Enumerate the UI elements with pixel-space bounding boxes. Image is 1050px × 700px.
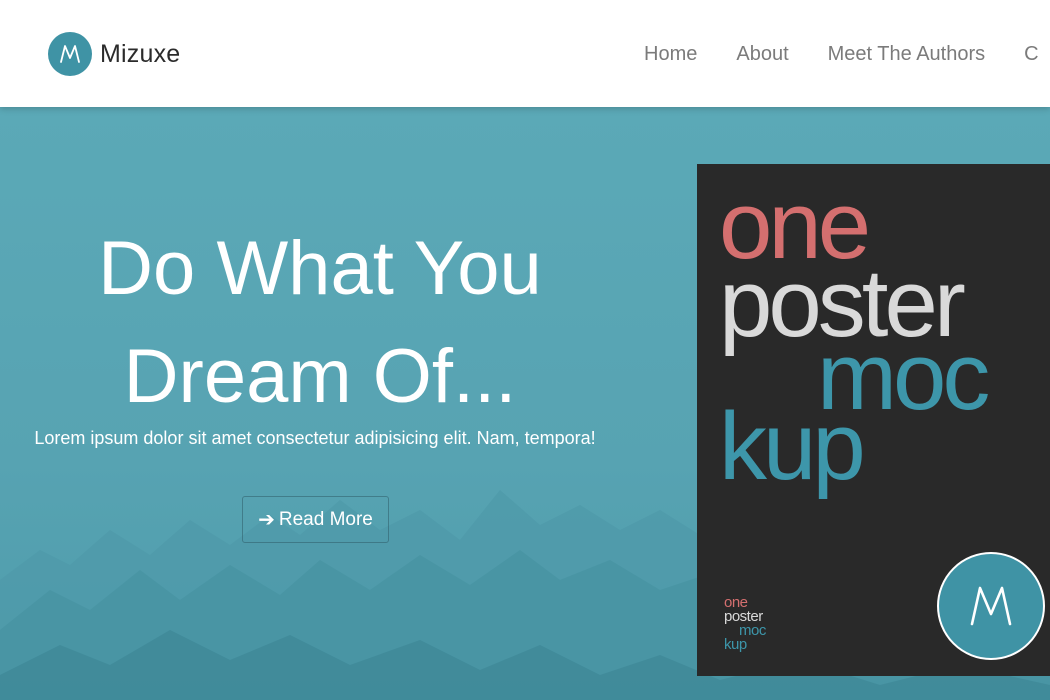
poster-word-kup: kup: [719, 393, 866, 500]
navbar: Mizuxe Home About Meet The Authors C: [0, 0, 1050, 107]
hero-subtitle: Lorem ipsum dolor sit amet consectetur a…: [34, 428, 596, 448]
poster-mini-logo: one poster moc kup: [724, 595, 766, 653]
nav-links: Home About Meet The Authors C: [644, 43, 1039, 66]
mini-word-kup: kup: [724, 636, 747, 653]
hero-section: Do What You Dream Of... Lorem ipsum dolo…: [0, 107, 1050, 700]
read-more-button[interactable]: ➔ Read More: [242, 496, 389, 543]
brand-link[interactable]: Mizuxe: [48, 32, 180, 76]
mizuxe-logo-icon: [48, 32, 92, 76]
arrow-right-icon: ➔: [258, 509, 275, 531]
poster-mockup-image: one poster moc kup one poster moc kup: [697, 164, 1050, 676]
nav-link-about[interactable]: About: [736, 43, 788, 66]
read-more-label: Read More: [278, 508, 373, 530]
hero-title-line-1: Do What You: [98, 226, 542, 311]
hero-title-line-2: Dream Of...: [123, 334, 517, 419]
nav-link-home[interactable]: Home: [644, 43, 697, 66]
poster-m-badge-icon: [937, 552, 1045, 660]
nav-link-meet-the-authors[interactable]: Meet The Authors: [828, 43, 986, 66]
nav-link-truncated[interactable]: C: [1024, 43, 1038, 66]
hero-title: Do What You Dream Of...: [20, 215, 620, 431]
brand-name: Mizuxe: [100, 39, 181, 68]
